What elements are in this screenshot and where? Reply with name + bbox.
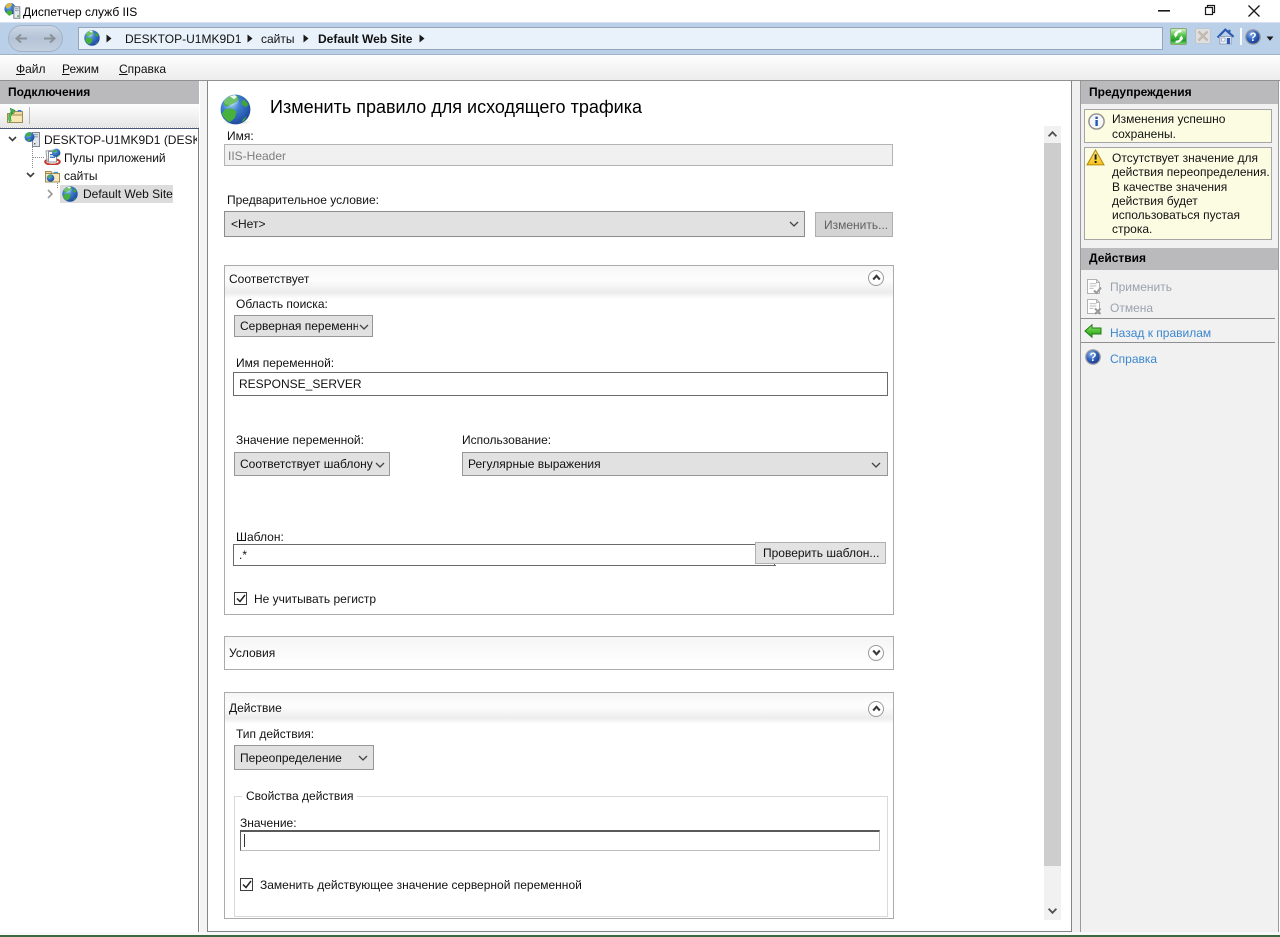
svg-text:?: ? (1089, 352, 1096, 364)
svg-text:?: ? (1249, 32, 1256, 44)
